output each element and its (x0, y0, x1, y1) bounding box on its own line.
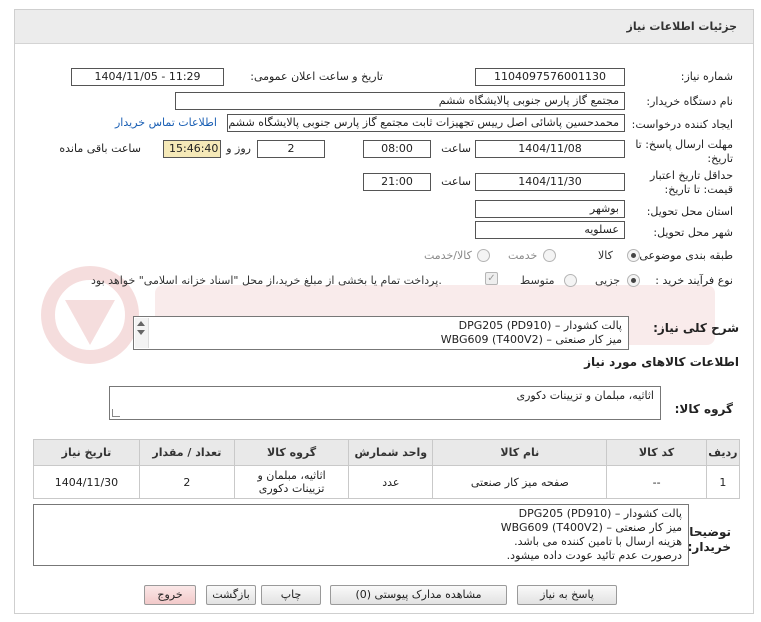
cell-group-line-1: اثاثیه، مبلمان و (257, 469, 326, 482)
buyer-notes-line-4: درصورت عدم تائید عودت داده میشود. (506, 549, 682, 562)
city-field: عسلویه (475, 221, 625, 239)
need-number-label: شماره نیاز: (680, 70, 733, 83)
general-desc-line-1: پالت کشودار – DPG205 (PD910) (458, 319, 622, 332)
validity-time-field: 21:00 (363, 173, 431, 191)
process-radio-medium[interactable] (564, 274, 577, 287)
print-button[interactable]: چاپ (261, 585, 321, 605)
process-label: نوع فرآیند خرید : (655, 274, 733, 287)
general-desc-label: شرح کلی نیاز: (653, 321, 739, 335)
resize-handle-icon[interactable] (112, 409, 120, 417)
panel-title: جزئیات اطلاعات نیاز (626, 20, 738, 33)
details-panel: جزئیات اطلاعات نیاز شماره نیاز: 11040975… (14, 9, 754, 614)
goods-group-textarea[interactable]: اثاثیه، مبلمان و تزیینات دکوری (109, 386, 661, 420)
announce-field: 1404/11/05 - 11:29 (71, 68, 224, 86)
days-remaining-field: 2 (257, 140, 325, 158)
treasury-payment-note: پرداخت تمام یا بخشی از مبلغ خرید،از محل … (91, 274, 442, 287)
deadline-label-2: تاریخ: (707, 152, 733, 165)
scroll-down-icon[interactable] (137, 330, 145, 335)
cell-group: اثاثیه، مبلمان و تزیینات دکوری (233, 465, 350, 499)
cell-name: صفحه میز کار صنعتی (432, 465, 608, 499)
process-radio-minor[interactable] (627, 274, 640, 287)
category-label: طبقه بندی موضوعی: (635, 249, 733, 262)
col-name: نام کالا (432, 439, 608, 466)
buyer-notes-line-3: هزینه ارسال با تامین کننده می باشد. (514, 535, 682, 548)
cell-code: -- (606, 465, 707, 499)
category-option-service: خدمت (508, 249, 538, 262)
category-radio-goods[interactable] (627, 249, 640, 262)
buyer-org-field: مجتمع گاز پارس جنوبی پالایشگاه ششم (175, 92, 625, 110)
announce-label: تاریخ و ساعت اعلان عمومی: (250, 70, 383, 83)
cell-row: 1 (705, 465, 741, 499)
category-option-both: کالا/خدمت (424, 249, 472, 262)
attachments-button[interactable]: مشاهده مدارک پیوستی (0) (330, 585, 507, 605)
category-radio-both[interactable] (477, 249, 490, 262)
cell-date: 1404/11/30 (33, 465, 140, 499)
validity-date-field: 1404/11/30 (475, 173, 625, 191)
validity-label: حداقل تاریخ اعتبار (649, 169, 733, 182)
col-qty: تعداد / مقدار (138, 439, 235, 466)
category-radio-service[interactable] (543, 249, 556, 262)
cell-qty: 2 (138, 465, 235, 499)
deadline-label: مهلت ارسال پاسخ: تا (635, 138, 733, 151)
col-row: ردیف (705, 439, 741, 466)
requester-label: ایجاد کننده درخواست: (631, 118, 733, 131)
city-label: شهر محل تحویل: (653, 226, 733, 239)
buyer-notes-textarea[interactable]: پالت کشودار – DPG205 (PD910) میز کار صنع… (33, 504, 689, 566)
goods-group-label: گروه کالا: (674, 402, 733, 416)
cell-unit: عدد (348, 465, 434, 499)
back-button[interactable]: بازگشت (206, 585, 256, 605)
buyer-notes-label-2: خریدار: (687, 540, 731, 554)
validity-label-2: قیمت: تا تاریخ: (664, 183, 733, 196)
buyer-notes-line-2: میز کار صنعتی – WBG609 (T400V2) (500, 521, 682, 534)
buyer-contact-link[interactable]: اطلاعات تماس خریدار (115, 116, 217, 129)
requester-field: محمدحسین پاشائی اصل رییس تجهیزات ثابت مج… (227, 114, 625, 132)
general-desc-line-2: میز کار صنعتی – WBG609 (T400V2) (440, 333, 622, 346)
panel-header: جزئیات اطلاعات نیاز (15, 10, 753, 44)
cell-group-line-2: تزیینات دکوری (258, 482, 325, 495)
col-unit: واحد شمارش (348, 439, 434, 466)
scroll-up-icon[interactable] (137, 321, 145, 326)
province-field: بوشهر (475, 200, 625, 218)
general-desc-scrollbar[interactable] (135, 318, 149, 348)
general-desc-textarea[interactable]: پالت کشودار – DPG205 (PD910) میز کار صنع… (133, 316, 629, 350)
col-group: گروه کالا (233, 439, 350, 466)
process-option-minor: جزیی (595, 274, 621, 287)
need-number-field: 1104097576001130 (475, 68, 625, 86)
buyer-notes-line-1: پالت کشودار – DPG205 (PD910) (518, 507, 682, 520)
goods-info-title: اطلاعات کالاهای مورد نیاز (584, 355, 739, 369)
goods-table: ردیف کد کالا نام کالا واحد شمارش گروه کا… (33, 439, 741, 499)
remaining-time-label: ساعت باقی مانده (59, 142, 141, 155)
province-label: استان محل تحویل: (646, 205, 733, 218)
remaining-time-field: 15:46:40 (163, 140, 221, 158)
validity-time-label: ساعت (441, 175, 471, 188)
col-date: تاریخ نیاز (33, 439, 140, 466)
exit-button[interactable]: خروج (144, 585, 196, 605)
deadline-date-field: 1404/11/08 (475, 140, 625, 158)
buyer-org-label: نام دستگاه خریدار: (646, 95, 733, 108)
goods-group-value: اثاثیه، مبلمان و تزیینات دکوری (516, 389, 654, 402)
treasury-payment-checkbox[interactable]: ✓ (485, 272, 498, 285)
process-option-medium: متوسط (520, 274, 555, 287)
table-row[interactable]: 1 -- صفحه میز کار صنعتی عدد اثاثیه، مبلم… (33, 465, 741, 499)
days-label: روز و (226, 142, 251, 155)
deadline-time-label: ساعت (441, 142, 471, 155)
category-option-goods: کالا (598, 249, 613, 262)
table-header-row: ردیف کد کالا نام کالا واحد شمارش گروه کا… (33, 439, 741, 466)
deadline-time-field: 08:00 (363, 140, 431, 158)
col-code: کد کالا (606, 439, 707, 466)
reply-button[interactable]: پاسخ به نیاز (517, 585, 617, 605)
